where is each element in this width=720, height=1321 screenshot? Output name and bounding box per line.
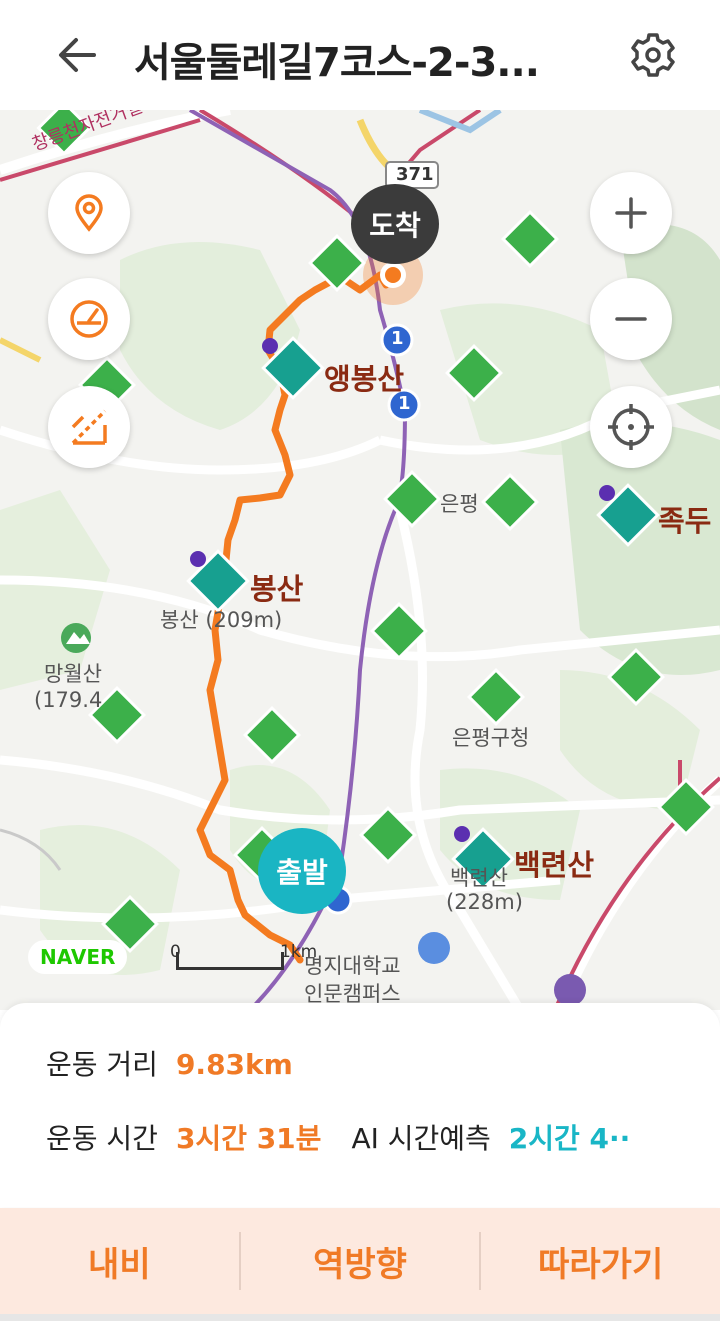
gear-icon [631,33,675,77]
arrow-left-icon [59,38,96,72]
time-label: 운동 시간 [46,1122,158,1155]
navi-button[interactable]: 내비 [0,1208,239,1314]
peak-elevation-mangwolsan: (179.4 [34,688,103,712]
elevation-button[interactable] [48,386,130,468]
action-bar: 내비 역방향 따라가기 [0,1208,720,1314]
distance-label: 운동 거리 [46,1048,158,1081]
place-label-eunpyeong: 은평 [440,492,479,516]
route-1-label: 1 [391,328,404,349]
zoom-in-button[interactable] [590,172,672,254]
route-stats-panel: 운동 거리 9.83km 운동 시간 3시간 31분 AI 시간예측 2시간 4·· [0,1003,720,1207]
zoom-out-button[interactable] [590,278,672,360]
follow-button[interactable]: 따라가기 [481,1208,720,1314]
naver-logo: NAVER [28,940,128,974]
header: 서울둘레길7코스-2-3... [0,0,720,110]
scale-km: 1km [280,942,318,962]
place-label-eunpyeong-gucheong: 은평구청 [452,726,530,750]
scale-bar [176,952,284,970]
settings-button[interactable] [626,28,680,82]
my-location-button[interactable] [48,172,130,254]
back-button[interactable] [52,30,102,80]
map-pin-icon [75,194,103,232]
ai-time-label: AI 시간예측 [351,1122,491,1155]
time-value: 3시간 31분 [175,1122,322,1155]
home-indicator [0,1314,720,1321]
distance-row: 운동 거리 9.83km [46,1043,293,1083]
ai-time-value: 2시간 4·· [508,1122,631,1155]
speed-button[interactable] [48,278,130,360]
minus-icon [615,317,647,321]
place-label-myongji-1: 명지대학교 [304,954,401,978]
arrive-marker[interactable]: 도착 [351,184,439,264]
page-title: 서울둘레길7코스-2-3... [134,40,540,86]
map-view[interactable]: 371 1 1 창릉천자전거길 앵봉산 봉산 봉산 (209m) 족두 백련산 … [0,110,720,1010]
peak-elevation-bongsan: 봉산 (209m) [160,608,283,632]
peak-label-jokdu: 족두 [658,504,712,538]
start-marker[interactable]: 출발 [258,828,346,914]
plus-icon [615,197,647,229]
peak-label-bongsan: 봉산 [250,572,304,606]
speedometer-icon [70,300,108,338]
reverse-button[interactable]: 역방향 [241,1208,480,1314]
crosshair-icon [608,404,654,450]
peak-label-haengbongsan: 앵봉산 [324,362,405,396]
peak-label-mangwolsan: 망월산 [44,662,102,686]
route-371-label: 371 [396,164,434,185]
distance-value: 9.83km [175,1048,293,1081]
time-row: 운동 시간 3시간 31분 AI 시간예측 2시간 4·· [46,1117,630,1157]
peak-label-baengnyeonsan: 백련산 [514,848,595,882]
elevation-icon [71,409,107,445]
peak-elevation-baengnyeonsan: (228m) [446,890,523,914]
peak-sub-baengnyeonsan: 백련산 [450,866,508,890]
gps-button[interactable] [590,386,672,468]
